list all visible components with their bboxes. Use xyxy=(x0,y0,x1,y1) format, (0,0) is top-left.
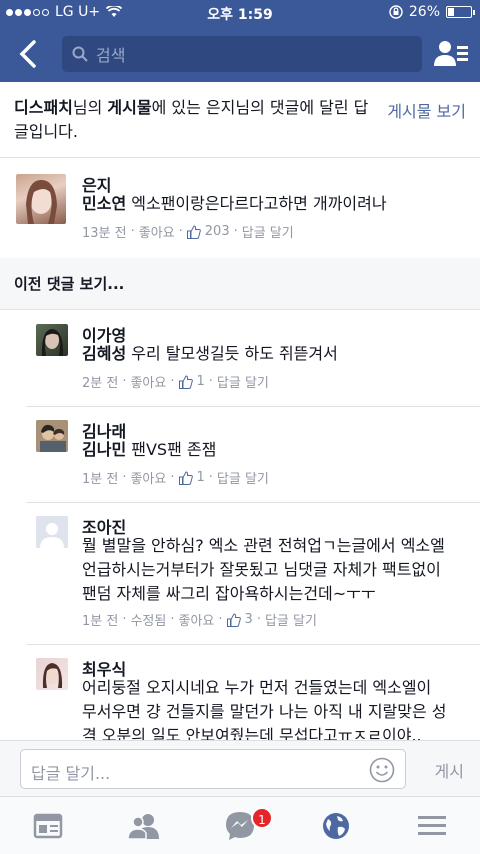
reply-button[interactable]: 답글 달기 xyxy=(265,610,317,629)
battery-icon xyxy=(446,6,475,18)
reply-placeholder: 답글 달기... xyxy=(31,764,111,783)
tab-bar: 1 xyxy=(0,796,480,854)
like-count[interactable]: 1 xyxy=(197,374,205,389)
reply-button[interactable]: 답글 달기 xyxy=(217,372,269,391)
avatar[interactable] xyxy=(36,516,68,548)
friend-requests-icon[interactable] xyxy=(434,38,468,70)
search-input[interactable]: 검색 xyxy=(62,36,422,72)
view-post-link[interactable]: 게시물 보기 xyxy=(387,98,466,122)
reply-meta: 1분 전 · 좋아요 · 1 · 답글 달기 xyxy=(82,468,269,487)
search-placeholder: 검색 xyxy=(96,46,126,65)
comment-text: 민소연 엑소팬이랑은다르다고하면 개까이려나 xyxy=(82,194,387,213)
comment-meta: 13분 전 · 좋아요 · 203 · 답글 달기 xyxy=(82,222,294,241)
nav-bar: 검색 xyxy=(0,26,480,82)
context-text: 디스패치님의 게시물에 있는 은지님의 댓글에 달린 답글입니다. xyxy=(14,98,369,141)
like-button[interactable]: 좋아요 xyxy=(130,372,166,391)
timestamp: 1분 전 xyxy=(82,472,119,487)
reply-meta: 2분 전 · 좋아요 · 1 · 답글 달기 xyxy=(82,372,269,391)
messenger-badge: 1 xyxy=(251,807,273,829)
reply-text-line: 언급하시는거부터가 잘못됬고 님댓글 자체가 팩트없이 xyxy=(82,560,441,579)
reply-item: 이가영 김혜성 우리 탈모생길듯 하도 쥐뜯겨서 2분 전 · 좋아요 · 1 · 답… xyxy=(0,310,480,406)
reply-item: 김나래 김나민 팬VS팬 존잼 1분 전 · 좋아요 · 1 · 답글 달기 xyxy=(0,406,480,502)
reply-meta: 1분 전 · 수정됨 · 좋아요 · 3 · 답글 달기 xyxy=(82,610,317,629)
battery-percent: 26% xyxy=(408,4,440,20)
previous-comments[interactable]: 이전 댓글 보기... xyxy=(0,258,480,310)
thumbs-up-icon xyxy=(226,612,241,627)
like-button[interactable]: 좋아요 xyxy=(139,222,175,241)
reply-text: 김나민 팬VS팬 존잼 xyxy=(82,440,217,459)
post-link[interactable]: 게시물 xyxy=(107,98,151,117)
edited-label[interactable]: 수정됨 xyxy=(130,610,166,629)
avatar[interactable] xyxy=(16,174,66,224)
reply-text-line: 뭘 별말을 안하심? 엑소 관련 전혀업ㄱ는글에서 엑소엘 xyxy=(82,536,445,555)
like-button[interactable]: 좋아요 xyxy=(130,468,166,487)
reply-text-line: 무서우면 걍 건들지를 말던가 나는 아직 내 지랄맞은 성 xyxy=(82,702,447,721)
status-bar: LG U+ 오후 1:59 26% xyxy=(0,0,480,26)
search-icon xyxy=(72,46,88,62)
like-count[interactable]: 3 xyxy=(245,612,253,627)
avatar[interactable] xyxy=(36,324,68,356)
reply-item: 조아진 뭘 별말을 안하심? 엑소 관련 전혀업ㄱ는글에서 엑소엘 언급하시는거… xyxy=(0,502,480,644)
like-count[interactable]: 203 xyxy=(205,224,230,239)
page-name-link[interactable]: 디스패치 xyxy=(14,98,73,117)
like-button[interactable]: 좋아요 xyxy=(179,610,215,629)
reply-input[interactable]: 답글 달기... xyxy=(20,749,406,789)
thumbs-up-icon xyxy=(178,470,193,485)
reply-button[interactable]: 답글 달기 xyxy=(242,222,294,241)
tagged-user[interactable]: 김나민 xyxy=(82,440,126,459)
reply-text-line: 어리둥절 오지시네요 누가 먼저 건들였는데 엑소엘이 xyxy=(82,678,432,697)
timestamp: 13분 전 xyxy=(82,226,127,241)
tagged-user[interactable]: 민소연 xyxy=(82,194,126,213)
reply-context-header: 디스패치님의 게시물에 있는 은지님의 댓글에 달린 답글입니다. 게시물 보기 xyxy=(0,82,480,158)
main-comment: 은지 민소연 엑소팬이랑은다르다고하면 개까이려나 13분 전 · 좋아요 · 20… xyxy=(0,158,480,258)
timestamp: 1분 전 xyxy=(82,614,119,629)
notifications-globe-icon[interactable] xyxy=(318,809,354,843)
thumbs-up-icon xyxy=(186,224,201,239)
like-count[interactable]: 1 xyxy=(197,470,205,485)
news-feed-icon[interactable] xyxy=(30,809,66,843)
tagged-user[interactable]: 김혜성 xyxy=(82,344,126,363)
avatar[interactable] xyxy=(36,420,68,452)
reply-text: 김혜성 우리 탈모생길듯 하도 쥐뜯겨서 xyxy=(82,344,338,363)
avatar[interactable] xyxy=(36,658,68,690)
reply-button[interactable]: 답글 달기 xyxy=(217,468,269,487)
reply-composer: 답글 달기... 게시 xyxy=(0,740,480,796)
friend-requests-tab-icon[interactable] xyxy=(126,809,162,843)
thumbs-up-icon xyxy=(178,374,193,389)
reply-item: 최우식 어리둥절 오지시네요 누가 먼저 건들였는데 엑소엘이 무서우면 걍 건… xyxy=(0,644,480,745)
reply-text-line: 팬덤 자체를 싸그리 잡아욕하시는건데~ㅜㅜ xyxy=(82,584,376,603)
timestamp: 2분 전 xyxy=(82,376,119,391)
menu-icon[interactable] xyxy=(414,809,450,843)
back-icon[interactable] xyxy=(14,38,44,70)
emoji-icon[interactable] xyxy=(369,757,395,783)
rotation-lock-icon xyxy=(389,5,403,19)
post-button[interactable]: 게시 xyxy=(435,758,464,782)
